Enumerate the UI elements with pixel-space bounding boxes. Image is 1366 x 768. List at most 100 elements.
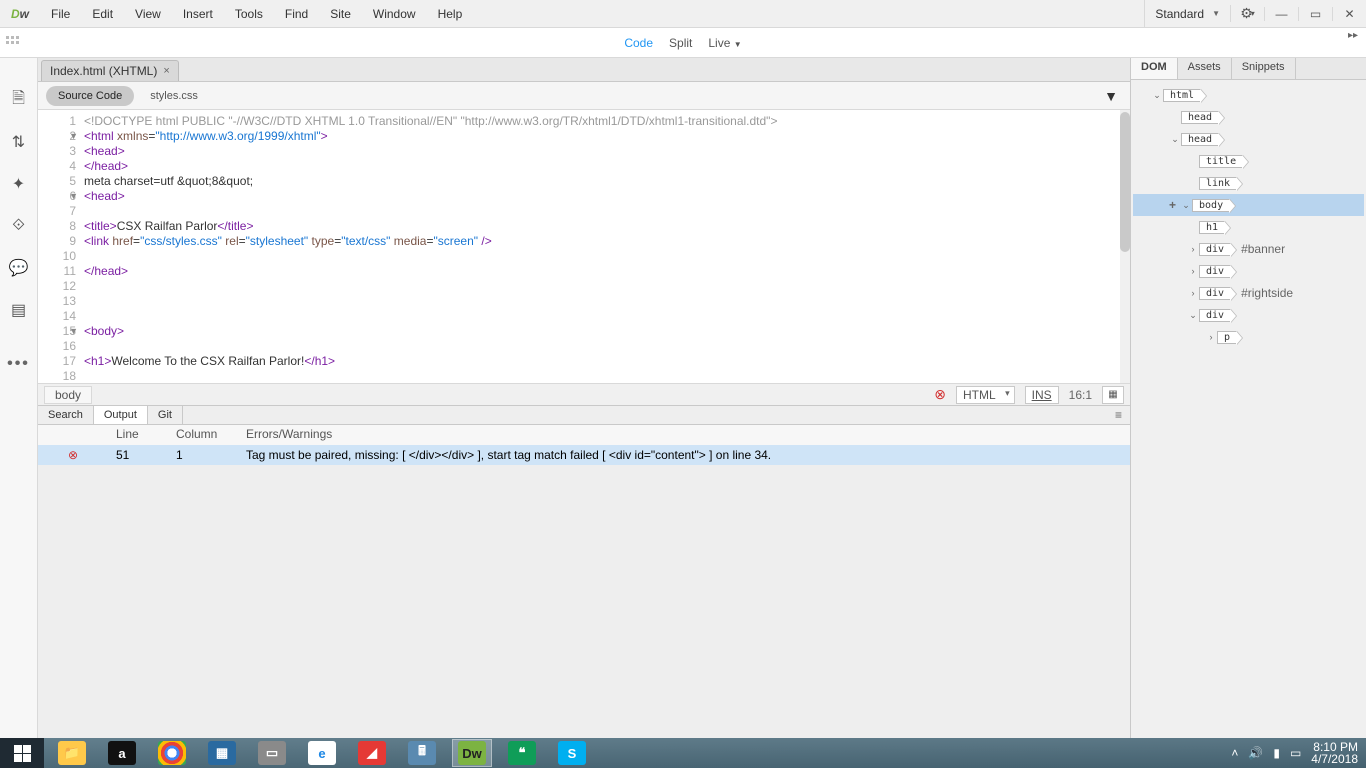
tab-output[interactable]: Output [94, 406, 148, 424]
dom-node-head[interactable]: ⌄head [1133, 128, 1364, 150]
output-tab-bar: Search Output Git ≡ [38, 405, 1130, 425]
view-mode-bar: Code Split Live ▼ ▸▸ [0, 28, 1366, 58]
file-tab-index[interactable]: Index.html (XHTML) × [41, 60, 179, 81]
editor-area: Index.html (XHTML) × Source Code styles.… [38, 58, 1130, 738]
col-column: Column [168, 425, 238, 445]
grip-icon[interactable] [6, 36, 26, 50]
dom-node-div[interactable]: ⌄div [1133, 304, 1364, 326]
dom-node-div[interactable]: ›div [1133, 260, 1364, 282]
plus-icon[interactable]: + [1169, 198, 1176, 212]
dom-node-div-banner[interactable]: ›div#banner [1133, 238, 1364, 260]
panel-menu-icon[interactable]: ≡ [1107, 406, 1130, 424]
taskbar-ie[interactable]: e [302, 739, 342, 767]
source-tab-source-code[interactable]: Source Code [46, 86, 134, 106]
output-row[interactable]: ⊗ 51 1 Tag must be paired, missing: [ </… [38, 445, 1130, 465]
output-empty [38, 465, 1130, 738]
snippet-icon[interactable]: ▤ [7, 298, 31, 322]
format-icon[interactable]: ⟐ [7, 214, 31, 238]
tab-snippets[interactable]: Snippets [1232, 58, 1296, 79]
dom-node-head[interactable]: head [1133, 106, 1364, 128]
caret-right-icon: › [1187, 244, 1199, 254]
taskbar-hangouts[interactable]: ❝ [502, 739, 542, 767]
taskbar-calculator[interactable]: 🖩 [402, 739, 442, 767]
taskbar-skype[interactable]: S [552, 739, 592, 767]
scrollbar[interactable] [1120, 110, 1130, 383]
menu-edit[interactable]: Edit [81, 0, 124, 27]
filter-icon[interactable]: ▼ [1104, 88, 1118, 104]
dom-tab-bar: DOM Assets Snippets [1131, 58, 1366, 80]
caret-down-icon: ▼ [1212, 9, 1220, 18]
dom-node-body[interactable]: +⌄body [1133, 194, 1364, 216]
close-button[interactable]: ✕ [1332, 7, 1366, 21]
battery-icon[interactable]: ▮ [1273, 746, 1280, 760]
col-errors: Errors/Warnings [238, 425, 340, 445]
tab-dom[interactable]: DOM [1131, 58, 1178, 79]
tab-assets[interactable]: Assets [1178, 58, 1232, 79]
wand-icon[interactable]: ✦ [7, 172, 31, 196]
more-icon[interactable]: ••• [7, 352, 31, 376]
close-icon[interactable]: × [163, 65, 169, 77]
menu-site[interactable]: Site [319, 0, 362, 27]
taskbar: 📁 a ▦ ▭ e ◢ 🖩 Dw ❝ S ˄ 🔊 ▮ ▭ 8:10 PM 4/7… [0, 738, 1366, 768]
action-center-icon[interactable]: ▭ [1290, 746, 1301, 760]
minimize-button[interactable]: — [1264, 7, 1298, 21]
taskbar-dreamweaver[interactable]: Dw [452, 739, 492, 767]
start-button[interactable] [0, 738, 44, 768]
tab-git[interactable]: Git [148, 406, 183, 424]
output-message: Tag must be paired, missing: [ </div></d… [238, 446, 779, 464]
caret-down-icon: ▼ [734, 40, 742, 49]
chevron-up-icon[interactable]: ˄ [1231, 746, 1238, 760]
taskbar-app[interactable]: ▦ [202, 739, 242, 767]
caret-right-icon: › [1205, 332, 1217, 342]
minimize-icon: — [1276, 7, 1288, 21]
code-editor[interactable]: 12▼3456▼789101112131415▼1617181920212223… [38, 110, 1130, 383]
view-split[interactable]: Split [669, 36, 692, 50]
taskbar-amazon[interactable]: a [102, 739, 142, 767]
menu-find[interactable]: Find [274, 0, 319, 27]
file-icon[interactable]: 🗎 [7, 88, 31, 112]
settings-button[interactable]: ⚙▾ [1230, 5, 1264, 22]
language-selector[interactable]: HTML [956, 386, 1015, 404]
dom-node-p[interactable]: ›p [1133, 326, 1364, 348]
view-code[interactable]: Code [624, 36, 653, 50]
dom-tree[interactable]: ⌄html head ⌄head title link +⌄body h1 ›d… [1131, 80, 1366, 738]
dom-node-h1[interactable]: h1 [1133, 216, 1364, 238]
windows-icon [14, 745, 31, 762]
workspace-selector[interactable]: Standard ▼ [1144, 0, 1230, 27]
taskbar-file-explorer[interactable]: 📁 [52, 739, 92, 767]
caret-down-icon: ⌄ [1151, 90, 1163, 101]
clock[interactable]: 8:10 PM 4/7/2018 [1311, 741, 1358, 765]
taskbar-app[interactable]: ▭ [252, 739, 292, 767]
error-icon: ⊗ [38, 446, 108, 464]
volume-icon[interactable]: 🔊 [1248, 746, 1263, 760]
dom-node-link[interactable]: link [1133, 172, 1364, 194]
dom-node-div-rightside[interactable]: ›div#rightside [1133, 282, 1364, 304]
taskbar-chrome[interactable] [152, 739, 192, 767]
menu-help[interactable]: Help [427, 0, 474, 27]
breadcrumb[interactable]: body [44, 386, 92, 404]
menu-insert[interactable]: Insert [172, 0, 224, 27]
expand-icon[interactable]: ▸▸ [1348, 30, 1358, 41]
dom-node-html[interactable]: ⌄html [1133, 84, 1364, 106]
output-column: 1 [168, 446, 238, 464]
tab-search[interactable]: Search [38, 406, 94, 424]
taskbar-sketchup[interactable]: ◢ [352, 739, 392, 767]
collapse-icon[interactable]: ⇅ [7, 130, 31, 154]
output-line: 51 [108, 446, 168, 464]
insert-mode[interactable]: INS [1025, 386, 1059, 404]
col-line: Line [108, 425, 168, 445]
menu-bar: Dw File Edit View Insert Tools Find Site… [0, 0, 1366, 28]
menu-tools[interactable]: Tools [224, 0, 274, 27]
dom-node-title[interactable]: title [1133, 150, 1364, 172]
source-tab-styles[interactable]: styles.css [138, 86, 210, 106]
caret-right-icon: › [1187, 266, 1199, 276]
menu-file[interactable]: File [40, 0, 81, 27]
comment-icon[interactable]: 💬 [7, 256, 31, 280]
error-icon[interactable]: ⊗ [934, 386, 946, 403]
preview-icon[interactable]: ▦ [1102, 386, 1124, 404]
menu-view[interactable]: View [124, 0, 172, 27]
output-header: Line Column Errors/Warnings [38, 425, 1130, 445]
menu-window[interactable]: Window [362, 0, 427, 27]
view-live[interactable]: Live ▼ [708, 36, 741, 50]
maximize-button[interactable]: ▭ [1298, 7, 1332, 21]
